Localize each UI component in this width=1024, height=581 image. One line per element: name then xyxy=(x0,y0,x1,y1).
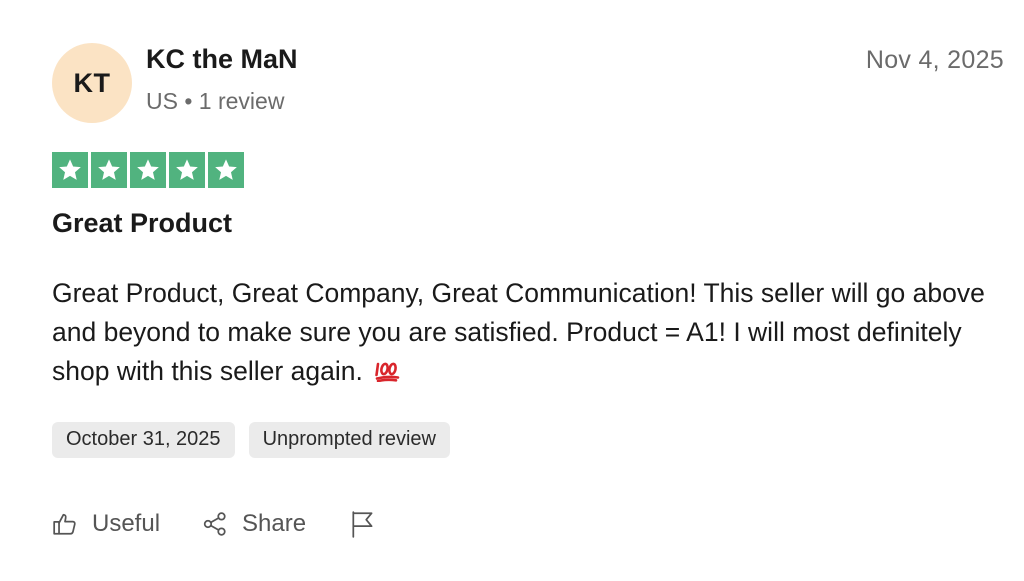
review-tags: October 31, 2025 Unprompted review xyxy=(52,422,450,458)
star-icon xyxy=(59,159,81,180)
star-icon xyxy=(215,159,237,180)
avatar[interactable]: KT xyxy=(52,43,132,123)
star-2 xyxy=(91,152,127,188)
star-4 xyxy=(169,152,205,188)
review-body: Great Product, Great Company, Great Comm… xyxy=(52,274,1012,393)
experience-date-tag: October 31, 2025 xyxy=(52,422,235,458)
flag-icon xyxy=(352,511,373,538)
review-card: KT KC the MaN US • 1 review Nov 4, 2025 … xyxy=(0,0,1024,581)
hundred-points-icon xyxy=(374,354,400,393)
star-1 xyxy=(52,152,88,188)
star-rating xyxy=(52,152,244,188)
useful-button[interactable]: Useful xyxy=(52,510,160,538)
share-icon xyxy=(203,512,226,536)
meta-separator: • xyxy=(184,88,193,114)
reviewer-review-count: 1 review xyxy=(198,88,285,114)
review-posted-date: Nov 4, 2025 xyxy=(865,46,1004,74)
star-3 xyxy=(130,152,166,188)
reviewer-country: US xyxy=(146,88,178,114)
star-icon xyxy=(176,159,198,180)
share-button[interactable]: Share xyxy=(202,510,306,538)
star-5 xyxy=(208,152,244,188)
star-icon xyxy=(98,159,120,180)
thumbs-up-icon xyxy=(53,513,76,535)
reviewer-name[interactable]: KC the MaN xyxy=(146,44,298,75)
useful-label: Useful xyxy=(92,510,161,537)
review-actions: Useful Share xyxy=(52,510,376,538)
reviewer-meta: US • 1 review xyxy=(146,88,284,115)
report-button[interactable] xyxy=(350,510,376,538)
review-body-text: Great Product, Great Company, Great Comm… xyxy=(52,278,985,386)
review-title[interactable]: Great Product xyxy=(52,208,232,239)
review-source-tag[interactable]: Unprompted review xyxy=(248,422,450,458)
star-icon xyxy=(137,159,159,180)
share-label: Share xyxy=(242,510,307,537)
avatar-initials: KT xyxy=(73,67,111,98)
